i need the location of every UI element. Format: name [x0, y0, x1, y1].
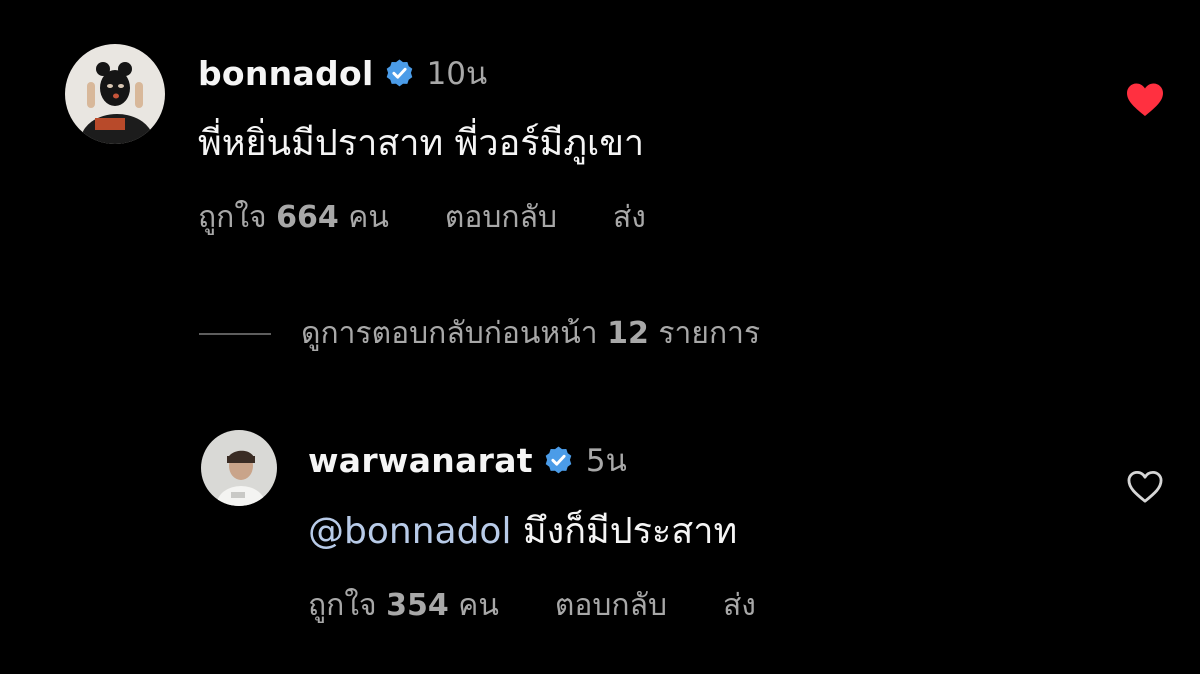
avatar-bonnadol[interactable]: [65, 44, 165, 144]
heart-outline-icon[interactable]: [1126, 470, 1164, 504]
comment-text: พี่หยิ่นมีปราสาท พี่วอร์มีภูเขา: [198, 123, 645, 164]
likes-prefix: ถูกใจ: [198, 200, 267, 235]
likes-suffix: คน: [348, 200, 389, 235]
comment-time: 10น: [426, 56, 488, 92]
avatar-warwanarat[interactable]: [201, 430, 277, 506]
comment-header-warwanarat: warwanarat 5น: [308, 435, 627, 485]
comment-time: 5น: [585, 443, 627, 479]
username[interactable]: bonnadol: [198, 54, 374, 93]
comments-screen: bonnadol 10น พี่หยิ่นมีปราสาท พี่วอร์มีภ…: [0, 0, 1200, 674]
view-previous-replies[interactable]: ดูการตอบกลับก่อนหน้า 12 รายการ: [199, 310, 760, 357]
comment-actions: ถูกใจ 354 คน ตอบกลับ ส่ง: [308, 582, 756, 629]
heart-filled-icon[interactable]: [1125, 82, 1165, 118]
verified-badge-icon: [384, 58, 415, 89]
view-replies-count: 12: [607, 316, 649, 351]
view-replies-prefix: ดูการตอบกลับก่อนหน้า: [301, 316, 598, 351]
comment-actions: ถูกใจ 664 คน ตอบกลับ ส่ง: [198, 194, 646, 241]
reply-button[interactable]: ตอบกลับ: [445, 194, 557, 241]
likes-prefix: ถูกใจ: [308, 588, 377, 623]
likes-number: 664: [276, 200, 339, 235]
mention-link[interactable]: @bonnadol: [308, 511, 511, 552]
view-replies-label[interactable]: ดูการตอบกลับก่อนหน้า 12 รายการ: [301, 310, 760, 357]
likes-number: 354: [386, 588, 449, 623]
username[interactable]: warwanarat: [308, 441, 533, 480]
send-button[interactable]: ส่ง: [723, 582, 756, 629]
verified-badge-icon: [543, 445, 574, 476]
comment-header-bonnadol: bonnadol 10น: [198, 48, 487, 98]
likes-count[interactable]: ถูกใจ 354 คน: [308, 582, 499, 629]
comment-body: มึงก็มีประสาท: [522, 511, 738, 552]
send-button[interactable]: ส่ง: [613, 194, 646, 241]
reply-button[interactable]: ตอบกลับ: [555, 582, 667, 629]
likes-suffix: คน: [458, 588, 499, 623]
view-replies-suffix: รายการ: [658, 316, 761, 351]
comment-text: @bonnadol มึงก็มีประสาท: [308, 502, 737, 559]
likes-count[interactable]: ถูกใจ 664 คน: [198, 194, 389, 241]
replies-divider: [199, 332, 271, 335]
